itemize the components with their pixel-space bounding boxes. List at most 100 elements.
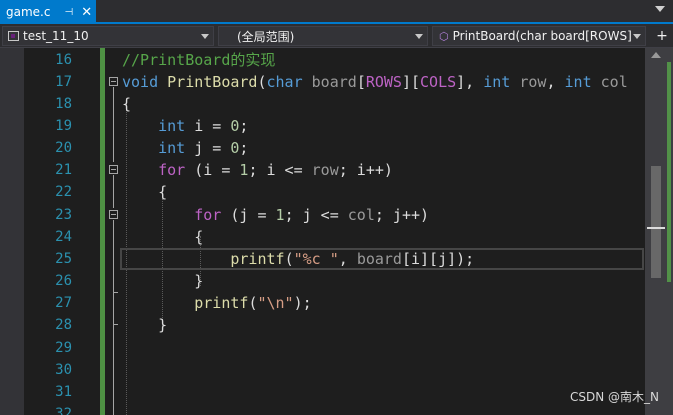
punct: ( bbox=[284, 250, 294, 268]
line-number: 28 bbox=[55, 317, 72, 333]
keyword: int bbox=[158, 117, 186, 135]
tab-filename: game.c bbox=[6, 5, 51, 19]
tab-list-dropdown-icon[interactable] bbox=[655, 6, 665, 12]
code-text: ; j <= bbox=[284, 206, 348, 224]
line-number: 32 bbox=[55, 406, 72, 415]
parameter: row bbox=[519, 73, 547, 91]
parameter: board bbox=[311, 73, 357, 91]
brace: { bbox=[194, 228, 204, 246]
code-line: { bbox=[122, 181, 167, 203]
chevron-down-icon bbox=[415, 34, 423, 39]
line-number: 31 bbox=[55, 384, 72, 400]
code-text: (j = bbox=[221, 206, 276, 224]
code-text: j = bbox=[185, 139, 231, 157]
function-icon: ⬡ bbox=[439, 29, 449, 43]
line-number: 26 bbox=[55, 273, 72, 289]
function-name: PrintBoard bbox=[167, 73, 258, 91]
line-number: 30 bbox=[55, 362, 72, 378]
line-number: 20 bbox=[55, 140, 72, 156]
punct: [ bbox=[356, 73, 366, 91]
parameter: row bbox=[311, 161, 339, 179]
code-line: for (i = 1; i <= row; i++) bbox=[122, 159, 393, 181]
code-line: int i = 0; bbox=[122, 115, 248, 137]
keyword: int bbox=[483, 73, 511, 91]
collapse-icon[interactable] bbox=[109, 77, 118, 86]
scroll-up-icon[interactable] bbox=[651, 52, 661, 58]
comment: //PrintBoard的实现 bbox=[122, 51, 276, 69]
line-number: 16 bbox=[55, 52, 72, 68]
function-name: printf bbox=[230, 250, 285, 268]
project-label: test_11_10 bbox=[23, 29, 89, 43]
code-line: int j = 0; bbox=[122, 137, 248, 159]
code-text: ; i <= bbox=[248, 161, 312, 179]
parameter: board bbox=[356, 250, 402, 268]
function-dropdown[interactable]: ⬡ PrintBoard(char board[ROWS] bbox=[432, 26, 646, 46]
code-line: //PrintBoard的实现 bbox=[122, 49, 275, 71]
change-tracking-bar bbox=[100, 48, 105, 415]
outline-line bbox=[113, 220, 114, 415]
punct: ; bbox=[239, 117, 249, 135]
macro: COLS bbox=[420, 73, 457, 91]
keyword: for bbox=[158, 161, 186, 179]
code-text: [i][j]); bbox=[401, 250, 475, 268]
navigation-bar: test_11_10 (全局范围) ⬡ PrintBoard(char boar… bbox=[0, 24, 673, 48]
outline-end bbox=[113, 292, 118, 293]
number: 1 bbox=[275, 206, 285, 224]
function-name: printf bbox=[194, 294, 249, 312]
close-icon[interactable]: ✕ bbox=[81, 5, 92, 20]
function-label: PrintBoard(char board[ROWS] bbox=[452, 29, 632, 43]
code-line: { bbox=[122, 93, 131, 115]
project-dropdown[interactable]: test_11_10 bbox=[2, 26, 214, 46]
code-text: (i = bbox=[185, 161, 240, 179]
punct: , bbox=[338, 250, 357, 268]
line-number: 22 bbox=[55, 184, 72, 200]
keyword: int bbox=[564, 73, 592, 91]
brace: } bbox=[158, 316, 168, 334]
keyword: for bbox=[194, 206, 222, 224]
punct: ); bbox=[293, 294, 312, 312]
macro: ROWS bbox=[365, 73, 402, 91]
scope-label: (全局范围) bbox=[237, 29, 295, 44]
outline-line bbox=[113, 87, 114, 162]
brace: { bbox=[122, 95, 132, 113]
string: "%c " bbox=[293, 250, 339, 268]
code-line: printf("\n"); bbox=[122, 292, 312, 314]
line-number: 27 bbox=[55, 295, 72, 311]
vertical-scrollbar[interactable] bbox=[645, 48, 673, 415]
punct: ; bbox=[239, 139, 249, 157]
document-tab-bar: game.c ⊣ ✕ bbox=[0, 0, 673, 24]
line-number: 18 bbox=[55, 96, 72, 112]
code-text: i = bbox=[185, 117, 231, 135]
outline-line bbox=[113, 175, 114, 208]
line-number: 24 bbox=[55, 229, 72, 245]
collapse-icon[interactable] bbox=[109, 210, 118, 219]
code-editor[interactable]: 16 17 18 19 20 21 22 23 24 25 26 27 28 2… bbox=[0, 48, 673, 415]
line-number: 25 bbox=[55, 251, 72, 267]
scope-dropdown[interactable]: (全局范围) bbox=[218, 26, 428, 46]
string: "\n" bbox=[257, 294, 294, 312]
split-window-button[interactable]: + bbox=[651, 24, 673, 48]
scrollbar-thumb[interactable] bbox=[651, 166, 661, 278]
line-number: 19 bbox=[55, 118, 72, 134]
collapse-icon[interactable] bbox=[109, 165, 118, 174]
line-number: 17 bbox=[55, 74, 72, 90]
line-number: 23 bbox=[55, 207, 72, 223]
code-text: ; i++) bbox=[338, 161, 393, 179]
pin-icon[interactable]: ⊣ bbox=[64, 7, 73, 18]
code-text: ; j++) bbox=[374, 206, 430, 224]
outline-end bbox=[113, 324, 118, 325]
brace: { bbox=[158, 183, 168, 201]
chevron-down-icon bbox=[201, 34, 209, 39]
parameter: col bbox=[600, 73, 628, 91]
project-icon bbox=[8, 31, 19, 41]
tab-game-c[interactable]: game.c ⊣ ✕ bbox=[0, 0, 96, 24]
punct: , bbox=[546, 73, 565, 91]
code-line: { bbox=[122, 226, 203, 248]
line-number: 21 bbox=[55, 162, 72, 178]
code-line: for (j = 1; j <= col; j++) bbox=[122, 204, 429, 226]
watermark: CSDN @南木_N bbox=[569, 390, 659, 404]
editor-left-margin bbox=[0, 48, 24, 415]
punct: ][ bbox=[401, 73, 421, 91]
code-line: printf("%c ", board[i][j]); bbox=[122, 248, 474, 270]
chevron-down-icon bbox=[633, 34, 641, 39]
